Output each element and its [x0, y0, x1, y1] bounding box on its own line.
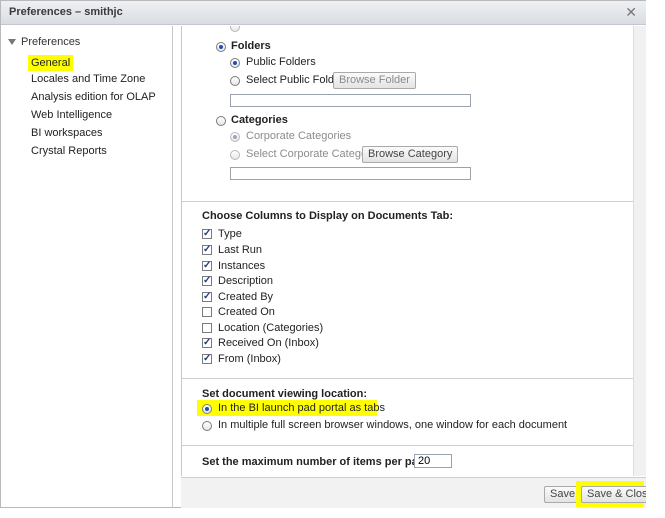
checkbox-instances[interactable]: ✓ [202, 261, 212, 271]
corporate-categories-label: Corporate Categories [246, 130, 352, 142]
sidebar-item-crystal-reports[interactable]: Crystal Reports [31, 145, 107, 157]
radio-portal-tabs[interactable] [202, 404, 212, 414]
window-title: Preferences – smithjc [9, 6, 123, 18]
close-icon[interactable]: ✕ [625, 4, 637, 21]
column-label-created-on: Created On [218, 306, 275, 318]
checkbox-last-run[interactable]: ✓ [202, 245, 212, 255]
corporate-category-path-field[interactable] [230, 167, 471, 180]
public-folder-path-field[interactable] [230, 94, 471, 107]
radio-public-folders[interactable] [230, 58, 240, 68]
torn-edge-right [646, 0, 665, 518]
checkbox-received-on[interactable]: ✓ [202, 338, 212, 348]
sidebar-item-general[interactable]: General [28, 55, 74, 71]
sidebar-item-bi-workspaces[interactable]: BI workspaces [31, 127, 103, 139]
radio-browser-windows[interactable] [202, 421, 212, 431]
column-label-received-on: Received On (Inbox) [218, 337, 319, 349]
radio-folders[interactable] [216, 42, 226, 52]
title-bar: Preferences – smithjc ✕ [1, 1, 647, 25]
browse-category-button[interactable]: Browse Category [362, 146, 459, 163]
divider-max-items [182, 445, 647, 446]
public-folders-label: Public Folders [246, 56, 316, 68]
checkbox-description[interactable]: ✓ [202, 276, 212, 286]
general-preferences-panel: Folders Public Folders Select Public Fol… [181, 26, 647, 476]
column-label-from-inbox: From (Inbox) [218, 353, 281, 365]
categories-label: Categories [231, 114, 288, 126]
divider-viewing [182, 378, 647, 379]
preferences-dialog: Preferences – smithjc ✕ Preferences Gene… [0, 0, 660, 508]
checkbox-from-inbox[interactable]: ✓ [202, 354, 212, 364]
column-label-location-categories: Location (Categories) [218, 322, 324, 334]
divider-columns [182, 201, 647, 202]
select-public-folder-label: Select Public Folder: [246, 74, 347, 86]
column-label-instances: Instances [218, 260, 266, 272]
sidebar-item-locales-time-zone[interactable]: Locales and Time Zone [31, 73, 145, 85]
checkbox-type[interactable]: ✓ [202, 229, 212, 239]
radio-cut-off [230, 26, 240, 32]
max-items-label: Set the maximum number of items per page… [202, 456, 435, 468]
columns-heading: Choose Columns to Display on Documents T… [202, 210, 453, 222]
radio-select-corporate-category[interactable] [230, 150, 240, 160]
tree-root-preferences[interactable]: Preferences [8, 36, 80, 48]
sidebar-item-analysis-olap[interactable]: Analysis edition for OLAP [31, 91, 156, 103]
torn-edge-bottom [0, 508, 665, 518]
folders-label: Folders [231, 40, 271, 52]
max-items-input[interactable] [414, 454, 452, 468]
column-label-type: Type [218, 228, 242, 240]
radio-corporate-categories[interactable] [230, 132, 240, 142]
radio-select-public-folder[interactable] [230, 76, 240, 86]
main-scrollbar[interactable] [633, 26, 647, 476]
sidebar-item-web-intelligence[interactable]: Web Intelligence [31, 109, 112, 121]
checkbox-created-by[interactable]: ✓ [202, 292, 212, 302]
viewing-option-tabs-label: In the BI launch pad portal as tabs [218, 402, 385, 414]
preferences-sidebar: Preferences General Locales and Time Zon… [2, 26, 173, 507]
column-label-description: Description [218, 275, 274, 287]
dialog-footer: Save Save & Close [181, 477, 660, 508]
column-label-created-by: Created By [218, 291, 274, 303]
radio-categories[interactable] [216, 116, 226, 126]
checkbox-created-on[interactable] [202, 307, 212, 317]
tree-root-label: Preferences [21, 36, 81, 48]
select-corporate-category-label: Select Corporate Category: [246, 148, 380, 160]
column-label-last-run: Last Run [218, 244, 263, 256]
browse-folder-button[interactable]: Browse Folder [333, 72, 416, 89]
expand-arrow-icon[interactable] [8, 39, 16, 45]
viewing-option-windows-label: In multiple full screen browser windows,… [218, 419, 568, 431]
checkbox-location-categories[interactable] [202, 323, 212, 333]
viewing-heading: Set document viewing location: [202, 388, 368, 400]
